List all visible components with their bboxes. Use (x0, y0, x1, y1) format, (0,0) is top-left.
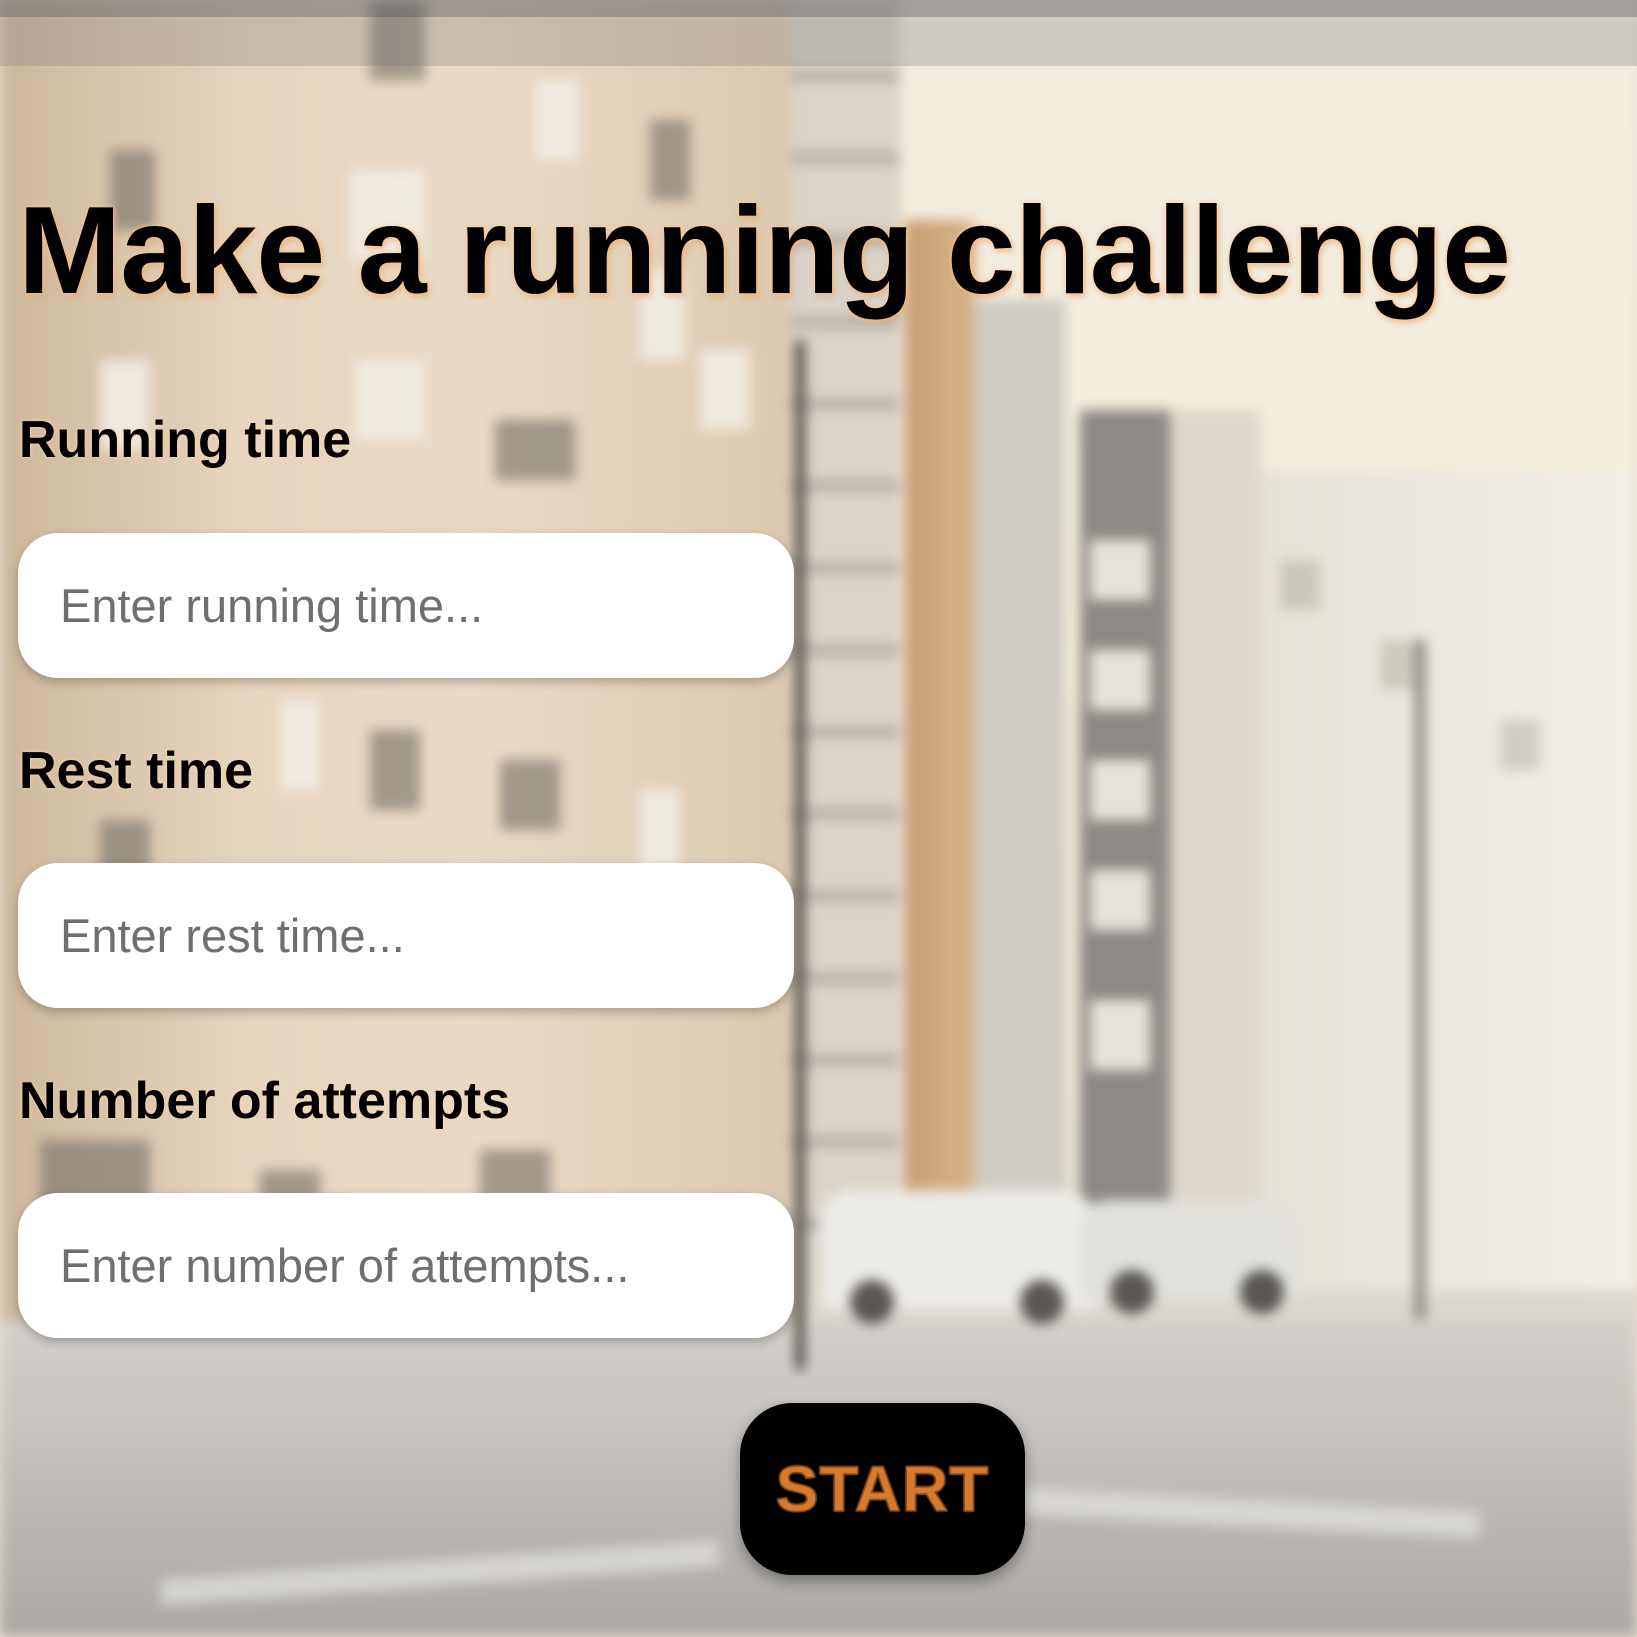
rest-time-input[interactable] (18, 863, 794, 1008)
running-time-label: Running time (19, 411, 352, 469)
running-time-input[interactable] (18, 533, 794, 678)
rest-time-label: Rest time (19, 742, 254, 800)
rest-time-field-container (18, 863, 794, 1008)
attempts-field-container (18, 1193, 794, 1338)
start-button[interactable]: START (740, 1403, 1025, 1575)
attempts-label: Number of attempts (19, 1072, 511, 1130)
page-title: Make a running challenge (18, 182, 1511, 320)
running-time-field-container (18, 533, 794, 678)
start-button-label: START (775, 1452, 990, 1526)
attempts-input[interactable] (18, 1193, 794, 1338)
status-bar-strip (0, 0, 1637, 17)
